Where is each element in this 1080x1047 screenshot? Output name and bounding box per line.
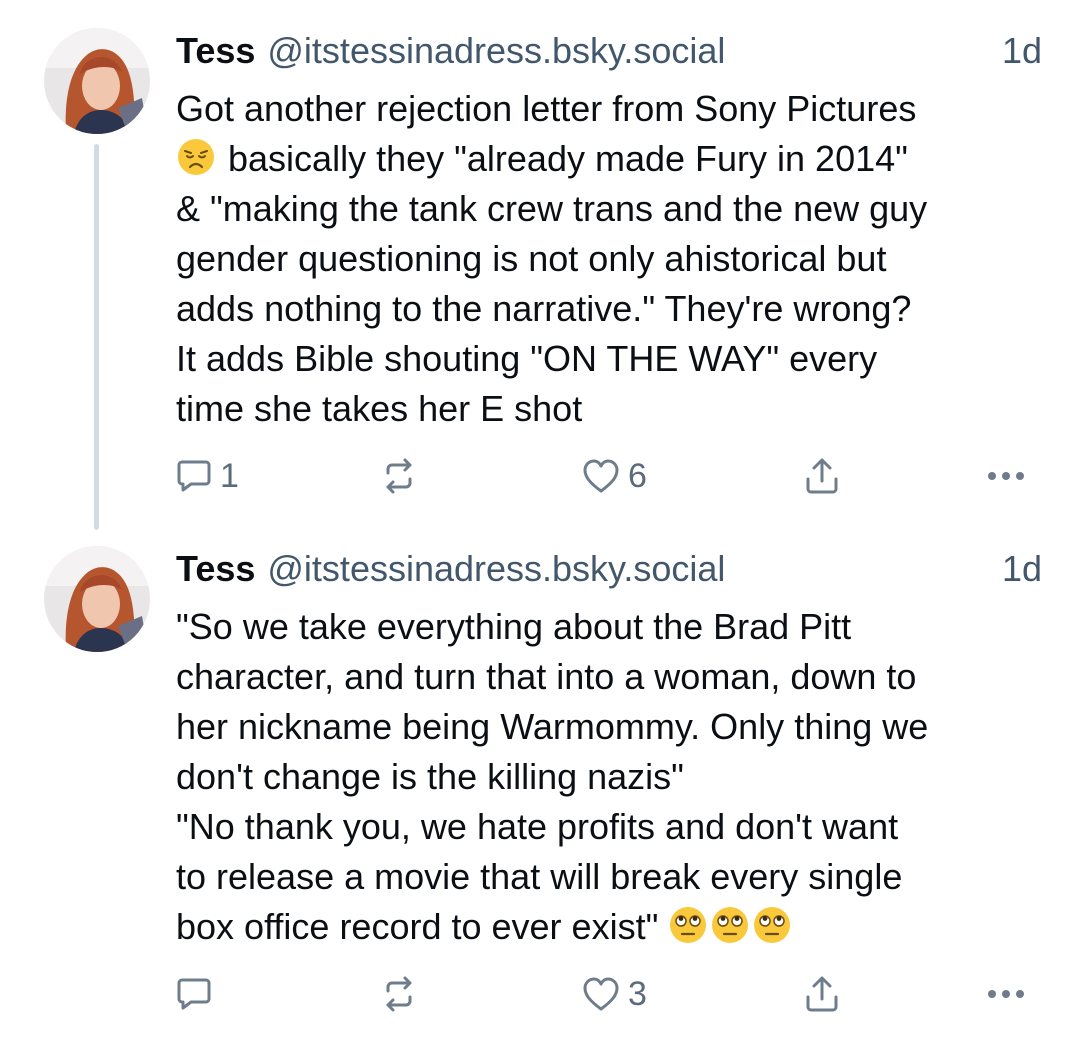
more-options-button[interactable] bbox=[986, 454, 1026, 498]
reply-button[interactable]: 1 bbox=[176, 454, 239, 498]
text-line: Got another rejection letter from Sony P… bbox=[176, 88, 917, 129]
repost-icon bbox=[380, 975, 418, 1013]
display-name[interactable]: Tess bbox=[176, 30, 255, 72]
text-line: "No thank you, we hate profits and don't… bbox=[176, 806, 899, 847]
post-text: Got another rejection letter from Sony P… bbox=[176, 84, 1046, 434]
heart-icon bbox=[582, 458, 620, 494]
post-actions: 1 6 bbox=[176, 454, 1036, 498]
text-line: box office record to ever exist" bbox=[176, 906, 659, 947]
ellipsis-icon bbox=[986, 470, 1026, 482]
timestamp[interactable]: 1d bbox=[1002, 30, 1042, 72]
reply-icon bbox=[176, 976, 212, 1012]
share-icon bbox=[804, 457, 840, 495]
text-line: & "making the tank crew trans and the ne… bbox=[176, 188, 928, 229]
repost-icon bbox=[380, 457, 418, 495]
post[interactable]: Tess @itstessinadress.bsky.social 1d "So… bbox=[0, 530, 1080, 1047]
heart-icon bbox=[582, 976, 620, 1012]
text-line: to release a movie that will break every… bbox=[176, 856, 903, 897]
ellipsis-icon bbox=[986, 988, 1026, 1000]
repost-button[interactable] bbox=[380, 972, 418, 1016]
repost-button[interactable] bbox=[380, 454, 418, 498]
text-line: time she takes her E shot bbox=[176, 388, 583, 429]
weary-face-emoji-icon bbox=[176, 137, 216, 177]
share-icon bbox=[804, 975, 840, 1013]
text-line: her nickname being Warmommy. Only thing … bbox=[176, 706, 929, 747]
display-name[interactable]: Tess bbox=[176, 548, 255, 590]
post-header: Tess @itstessinadress.bsky.social 1d bbox=[176, 30, 1042, 80]
like-button[interactable]: 6 bbox=[582, 454, 647, 498]
avatar[interactable] bbox=[44, 28, 150, 134]
eye-roll-face-emoji-icon bbox=[668, 905, 708, 945]
avatar[interactable] bbox=[44, 546, 150, 652]
text-line: basically they "already made Fury in 201… bbox=[228, 138, 908, 179]
handle[interactable]: @itstessinadress.bsky.social bbox=[267, 30, 725, 72]
share-button[interactable] bbox=[804, 454, 840, 498]
timestamp[interactable]: 1d bbox=[1002, 548, 1042, 590]
post[interactable]: Tess @itstessinadress.bsky.social 1d Got… bbox=[0, 0, 1080, 530]
reply-icon bbox=[176, 458, 212, 494]
text-line: "So we take everything about the Brad Pi… bbox=[176, 606, 852, 647]
text-line: gender questioning is not only ahistoric… bbox=[176, 238, 887, 279]
text-line: It adds Bible shouting "ON THE WAY" ever… bbox=[176, 338, 878, 379]
text-line: adds nothing to the narrative." They're … bbox=[176, 288, 912, 329]
reply-count: 1 bbox=[220, 456, 239, 495]
handle[interactable]: @itstessinadress.bsky.social bbox=[267, 548, 725, 590]
text-line: don't change is the killing nazis" bbox=[176, 756, 684, 797]
text-line: character, and turn that into a woman, d… bbox=[176, 656, 917, 697]
share-button[interactable] bbox=[804, 972, 840, 1016]
eye-roll-face-emoji-icon bbox=[752, 905, 792, 945]
reply-button[interactable] bbox=[176, 972, 212, 1016]
more-options-button[interactable] bbox=[986, 972, 1026, 1016]
post-header: Tess @itstessinadress.bsky.social 1d bbox=[176, 548, 1042, 598]
like-button[interactable]: 3 bbox=[582, 972, 647, 1016]
post-text: "So we take everything about the Brad Pi… bbox=[176, 602, 1046, 952]
post-actions: 3 bbox=[176, 972, 1036, 1016]
thread-connector-line bbox=[94, 144, 99, 530]
eye-roll-face-emoji-icon bbox=[710, 905, 750, 945]
like-count: 6 bbox=[628, 456, 647, 495]
like-count: 3 bbox=[628, 974, 647, 1013]
